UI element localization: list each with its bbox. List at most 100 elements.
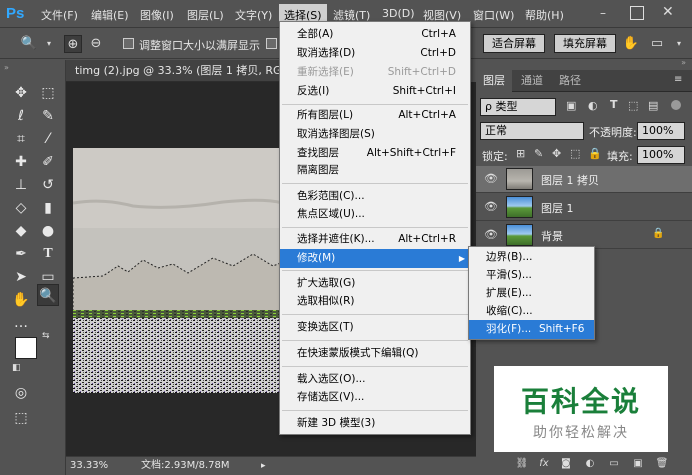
type-tool-icon[interactable]: T bbox=[37, 243, 59, 265]
menu-item-grow[interactable]: 扩大选取(G) bbox=[280, 274, 470, 293]
menu-item-all-layers[interactable]: 所有图层(L) Alt+Ctrl+A bbox=[280, 106, 470, 125]
layer-row[interactable]: 👁 背景 🔒 bbox=[476, 222, 692, 249]
lock-all-icon[interactable]: 🔒 bbox=[588, 147, 602, 160]
visibility-eye-icon[interactable]: 👁 bbox=[484, 200, 498, 214]
fx-icon[interactable]: fx bbox=[536, 456, 552, 472]
healing-brush-tool-icon[interactable]: ✚ bbox=[10, 151, 32, 173]
delete-layer-icon[interactable]: 🗑 bbox=[654, 456, 670, 472]
gradient-tool-icon[interactable]: ▮ bbox=[37, 197, 59, 219]
menu-image[interactable]: 图像(I) bbox=[140, 7, 174, 23]
hand-tool-icon[interactable]: ✋ bbox=[10, 289, 32, 311]
filter-shape-icon[interactable]: ⬚ bbox=[628, 99, 638, 112]
tab-channels[interactable]: 通道 bbox=[514, 70, 550, 92]
menu-item-modify[interactable]: 修改(M) ▶ bbox=[280, 249, 470, 268]
layer-name[interactable]: 图层 1 拷贝 bbox=[541, 172, 599, 188]
menu-layer[interactable]: 图层(L) bbox=[187, 7, 224, 23]
close-icon[interactable]: ✕ bbox=[662, 4, 678, 20]
menu-item-focus-area[interactable]: 焦点区域(U)... bbox=[280, 205, 470, 224]
zoom-out-icon[interactable]: ⊖ bbox=[87, 35, 105, 53]
add-mask-icon[interactable]: ◙ bbox=[558, 456, 574, 472]
resize-windows-checkbox[interactable] bbox=[123, 38, 134, 49]
foreground-color-swatch[interactable] bbox=[15, 337, 37, 359]
opacity-field[interactable]: 100% bbox=[637, 122, 685, 140]
layer-row[interactable]: 👁 图层 1 bbox=[476, 194, 692, 221]
menu-item-save-selection[interactable]: 存储选区(V)... bbox=[280, 388, 470, 407]
menu-item-deselect[interactable]: 取消选择(D) Ctrl+D bbox=[280, 44, 470, 63]
layer-name[interactable]: 图层 1 bbox=[541, 200, 574, 216]
panel-menu-icon[interactable]: ≡ bbox=[674, 74, 682, 85]
filter-type-icon[interactable]: T bbox=[610, 98, 618, 111]
hand-icon[interactable]: ✋ bbox=[622, 35, 640, 53]
quick-select-tool-icon[interactable]: ✎ bbox=[37, 105, 59, 127]
menu-file[interactable]: 文件(F) bbox=[41, 7, 78, 23]
lock-artboard-icon[interactable]: ⬚ bbox=[570, 147, 580, 160]
crop-tool-icon[interactable]: ⌗ bbox=[10, 128, 32, 150]
menu-item-inverse[interactable]: 反选(I) Shift+Ctrl+I bbox=[280, 82, 470, 101]
filter-smart-object-icon[interactable]: ▤ bbox=[648, 99, 658, 112]
submenu-item-contract[interactable]: 收缩(C)... bbox=[469, 302, 594, 321]
menu-item-select-and-mask[interactable]: 选择并遮住(K)... Alt+Ctrl+R bbox=[280, 230, 470, 249]
tab-layers[interactable]: 图层 bbox=[476, 70, 512, 92]
menu-item-isolate-layers[interactable]: 隔离图层 bbox=[280, 161, 470, 180]
menu-edit[interactable]: 编辑(E) bbox=[91, 7, 129, 23]
visibility-eye-icon[interactable]: 👁 bbox=[484, 228, 498, 242]
submenu-item-border[interactable]: 边界(B)... bbox=[469, 248, 594, 267]
screen-mode-icon[interactable]: ⬚ bbox=[10, 407, 32, 429]
zoom-all-windows-checkbox[interactable] bbox=[266, 38, 277, 49]
minimize-icon[interactable]: – bbox=[600, 6, 614, 20]
zoom-in-icon[interactable]: ⊕ bbox=[64, 35, 82, 53]
new-layer-icon[interactable]: ▣ bbox=[630, 456, 646, 472]
swap-colors-icon[interactable]: ⇆ bbox=[42, 331, 50, 341]
chevron-down-icon[interactable]: ▾ bbox=[40, 35, 58, 53]
history-brush-tool-icon[interactable]: ↺ bbox=[37, 174, 59, 196]
edit-toolbar-icon[interactable]: … bbox=[10, 312, 32, 334]
brush-tool-icon[interactable]: ✐ bbox=[37, 151, 59, 173]
menu-item-color-range[interactable]: 色彩范围(C)... bbox=[280, 187, 470, 206]
submenu-item-expand[interactable]: 扩展(E)... bbox=[469, 284, 594, 303]
lock-image-icon[interactable]: ✎ bbox=[534, 147, 543, 160]
collapse-arrows-icon[interactable]: » bbox=[4, 63, 9, 72]
move-tool-icon[interactable]: ✥ bbox=[10, 82, 32, 104]
adjustment-layer-icon[interactable]: ◐ bbox=[582, 456, 598, 472]
lock-position-icon[interactable]: ✥ bbox=[552, 147, 561, 160]
submenu-item-feather[interactable]: 羽化(F)... Shift+F6 bbox=[469, 320, 594, 339]
blur-tool-icon[interactable]: ◆ bbox=[10, 220, 32, 242]
menu-window[interactable]: 窗口(W) bbox=[473, 7, 514, 23]
blend-mode-dropdown[interactable]: 正常 bbox=[480, 122, 584, 140]
filter-adjustment-icon[interactable]: ◐ bbox=[588, 99, 598, 112]
menu-type[interactable]: 文字(Y) bbox=[235, 7, 272, 23]
pen-tool-icon[interactable]: ✒ bbox=[10, 243, 32, 265]
eraser-tool-icon[interactable]: ◇ bbox=[10, 197, 32, 219]
filter-toggle-icon[interactable] bbox=[671, 100, 681, 110]
tab-paths[interactable]: 路径 bbox=[552, 70, 588, 92]
lock-transparent-icon[interactable]: ⊞ bbox=[516, 147, 525, 160]
link-layers-icon[interactable]: ⛓ bbox=[514, 456, 530, 472]
default-colors-icon[interactable]: ◧ bbox=[12, 363, 21, 373]
fill-field[interactable]: 100% bbox=[637, 146, 685, 164]
fit-screen-button[interactable]: 适合屏幕 bbox=[483, 34, 545, 53]
submenu-item-smooth[interactable]: 平滑(S)... bbox=[469, 266, 594, 285]
new-group-icon[interactable]: ▭ bbox=[606, 456, 622, 472]
filter-pixel-icon[interactable]: ▣ bbox=[566, 99, 576, 112]
menu-item-select-all[interactable]: 全部(A) Ctrl+A bbox=[280, 25, 470, 44]
zoom-tool-icon[interactable]: 🔍 bbox=[37, 284, 59, 306]
panel-collapse-bar[interactable]: » bbox=[475, 58, 692, 70]
quick-mask-icon[interactable]: ◎ bbox=[10, 382, 32, 404]
menu-item-similar[interactable]: 选取相似(R) bbox=[280, 292, 470, 311]
clone-stamp-tool-icon[interactable]: ⊥ bbox=[10, 174, 32, 196]
menu-help[interactable]: 帮助(H) bbox=[525, 7, 564, 23]
document-tab[interactable]: timg (2).jpg @ 33.3% (图层 1 拷贝, RGB/8# bbox=[66, 60, 280, 82]
menu-item-reselect[interactable]: 重新选择(E) Shift+Ctrl+D bbox=[280, 63, 470, 82]
zoom-level[interactable]: 33.33% bbox=[70, 457, 108, 475]
path-selection-tool-icon[interactable]: ➤ bbox=[10, 266, 32, 288]
workspace-icon[interactable]: ▭ bbox=[648, 35, 666, 53]
layer-name[interactable]: 背景 bbox=[541, 228, 563, 244]
menu-item-deselect-layers[interactable]: 取消选择图层(S) bbox=[280, 125, 470, 144]
menu-item-transform-selection[interactable]: 变换选区(T) bbox=[280, 318, 470, 337]
status-menu-arrow-icon[interactable]: ▸ bbox=[261, 457, 266, 475]
dodge-tool-icon[interactable]: ● bbox=[37, 220, 59, 242]
eyedropper-tool-icon[interactable]: ⁄ bbox=[37, 128, 59, 150]
layer-row[interactable]: 👁 图层 1 拷贝 bbox=[476, 166, 692, 193]
visibility-eye-icon[interactable]: 👁 bbox=[484, 172, 498, 186]
fill-screen-button[interactable]: 填充屏幕 bbox=[554, 34, 616, 53]
